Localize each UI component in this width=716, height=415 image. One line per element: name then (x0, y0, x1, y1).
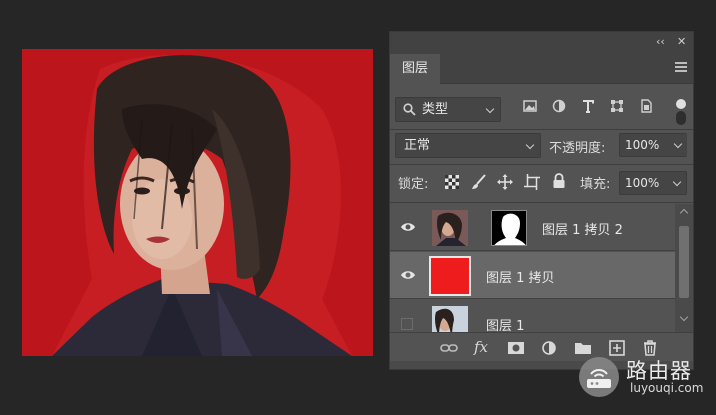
chevron-down-icon (485, 104, 495, 114)
lock-position-icon[interactable] (497, 174, 513, 190)
scroll-up-icon[interactable] (679, 208, 689, 218)
panel-menu-icon[interactable] (675, 62, 687, 72)
type-layer-filter-icon[interactable] (581, 99, 595, 113)
add-mask-icon[interactable] (507, 340, 525, 356)
scrollbar-thumb[interactable] (679, 226, 689, 298)
layer-row[interactable]: 图层 1 (390, 300, 676, 334)
link-layers-icon[interactable] (440, 340, 458, 356)
visibility-toggle-empty[interactable] (401, 318, 413, 330)
blend-row: 正常 不透明度: 100% (390, 130, 693, 162)
layers-list: 图层 1 拷贝 2 图层 1 拷贝 图层 1 (390, 204, 676, 334)
filter-toggle[interactable] (676, 99, 686, 125)
fill-label: 填充: (580, 177, 611, 192)
eye-icon[interactable] (400, 269, 416, 281)
lock-all-icon[interactable] (552, 173, 566, 189)
watermark-subtitle: luyouqi.com (630, 381, 704, 395)
panel-tab-row: 图层 (390, 52, 693, 85)
lock-transparent-pixels-icon[interactable] (445, 175, 459, 189)
watermark: 路由器 luyouqi.com (574, 355, 716, 399)
router-logo-icon (579, 357, 619, 397)
opacity-value: 100% (625, 138, 660, 152)
filter-row: 类型 (390, 94, 693, 126)
lock-image-pixels-icon[interactable] (471, 174, 487, 190)
tab-layers[interactable]: 图层 (390, 54, 440, 85)
lock-row: 锁定: 填充: 100% (390, 165, 693, 201)
opacity-field[interactable]: 100% (619, 133, 687, 157)
eye-icon[interactable] (400, 221, 416, 233)
portrait-image (22, 49, 373, 356)
layer-name[interactable]: 图层 1 拷贝 2 (542, 219, 623, 238)
layer-thumbnail[interactable] (429, 256, 471, 296)
search-icon (403, 103, 416, 116)
layer-style-fx-button[interactable]: fx (474, 338, 488, 356)
scroll-down-icon[interactable] (679, 312, 689, 322)
layer-name[interactable]: 图层 1 拷贝 (486, 267, 555, 286)
document-canvas[interactable] (22, 49, 373, 356)
chevron-down-icon[interactable] (673, 139, 683, 149)
pixel-layer-filter-icon[interactable] (523, 99, 537, 113)
layer-row[interactable]: 图层 1 拷贝 2 (390, 204, 676, 251)
divider (390, 202, 693, 203)
filter-toggle-track (676, 111, 686, 125)
shape-layer-filter-icon[interactable] (610, 99, 624, 113)
chevron-down-icon (525, 140, 535, 150)
opacity-label: 不透明度: (549, 141, 606, 156)
close-panel-button[interactable]: ✕ (677, 35, 686, 49)
fill-field[interactable]: 100% (619, 171, 687, 195)
panel-titlebar: ‹‹ ✕ (390, 32, 693, 52)
lock-artboard-icon[interactable] (524, 174, 540, 190)
folder-icon[interactable] (574, 340, 592, 356)
adjustment-layer-icon[interactable] (541, 340, 559, 356)
adjustment-layer-filter-icon[interactable] (552, 99, 566, 113)
layer-row-selected[interactable]: 图层 1 拷贝 (390, 252, 676, 299)
blend-mode-value: 正常 (404, 138, 431, 153)
layer-thumbnail[interactable] (432, 306, 468, 334)
fill-value: 100% (625, 176, 660, 190)
red-fill-swatch (431, 258, 469, 294)
layer-mask-thumbnail[interactable] (491, 210, 527, 246)
lock-label: 锁定: (398, 177, 429, 192)
collapse-panel-button[interactable]: ‹‹ (656, 35, 665, 49)
layers-panel: ‹‹ ✕ 图层 类型 正常 不透明度: 100% 锁定: 填充: 100% 图层… (389, 31, 694, 370)
filter-kind-select[interactable]: 类型 (395, 97, 501, 122)
layers-scrollbar[interactable] (675, 204, 693, 332)
smart-object-filter-icon[interactable] (639, 99, 653, 113)
layer-thumbnail[interactable] (432, 210, 468, 246)
filter-kind-label: 类型 (422, 102, 449, 117)
new-layer-icon[interactable] (608, 340, 626, 356)
filter-toggle-knob (676, 99, 686, 109)
trash-icon[interactable] (641, 340, 659, 356)
blend-mode-select[interactable]: 正常 (395, 133, 541, 158)
chevron-down-icon[interactable] (672, 177, 682, 187)
